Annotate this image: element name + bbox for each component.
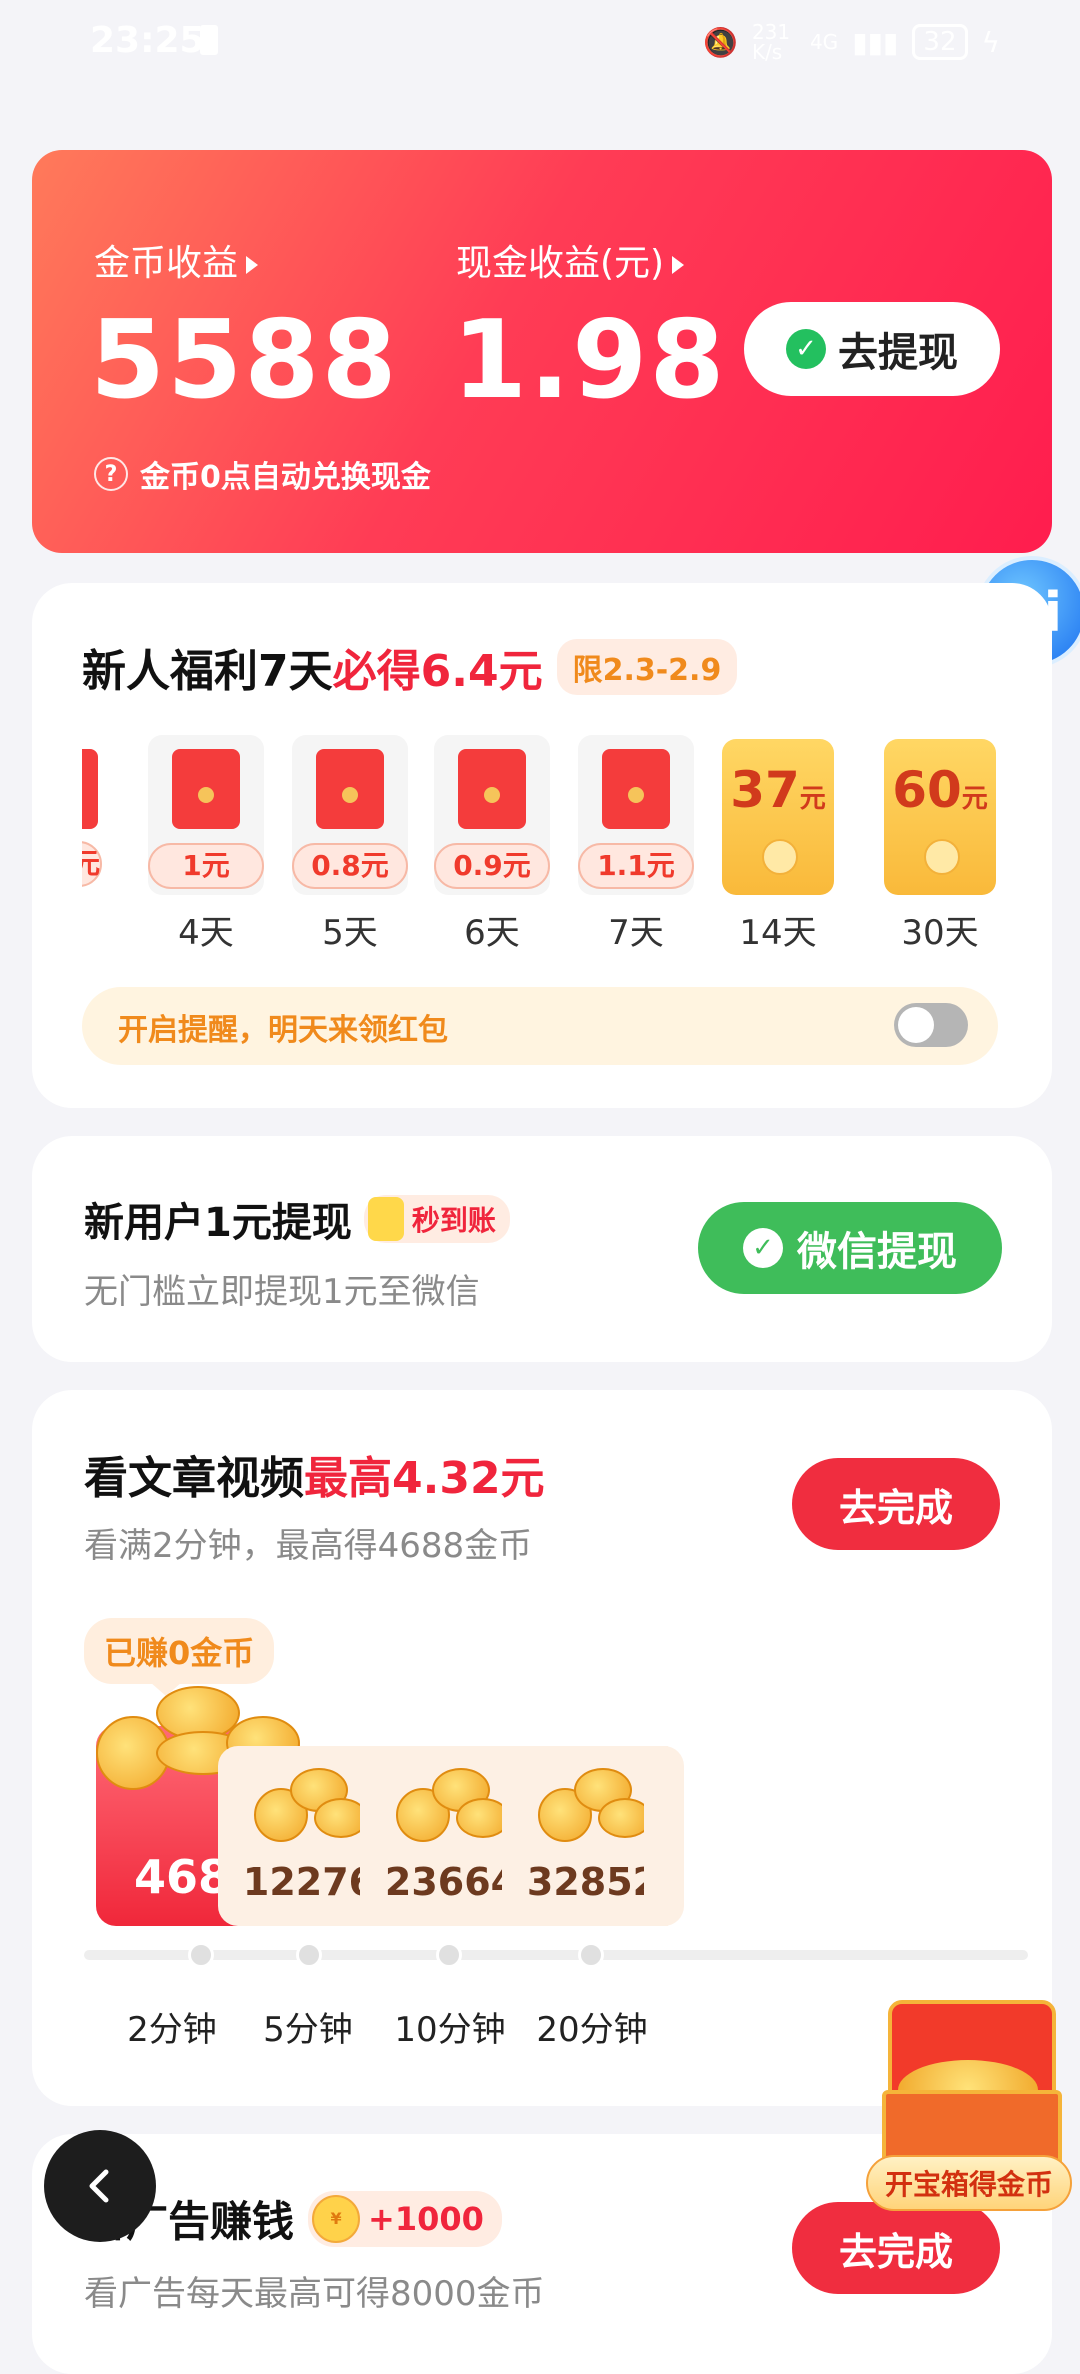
gold-amount: 37 [730,761,800,819]
earnings-card: 金币收益 5588 现金收益(元) 1.98 ✓ 去提现 ? 金币0点自动兑换现… [32,150,1052,553]
cash-value: 1.98 [452,298,727,423]
coin-pile-icon [538,1768,652,1842]
yuan-coin-icon: ¥ [312,2194,361,2243]
coin-pile-icon [254,1768,368,1842]
new-user-title-row: 新用户1元提现 秒到账 [84,1190,510,1248]
progress-dot [578,1942,604,1968]
envelope-amount: 0.9元 [434,843,550,889]
bonus-badge: ¥ +1000 [308,2190,502,2247]
exchange-note: ? 金币0点自动兑换现金 [94,452,431,496]
withdraw-label: 去提现 [838,330,958,376]
yuan-coin-icon [924,839,960,875]
gold-envelope-day-30[interactable]: 60元 [884,739,996,895]
day-label: 5天 [322,913,378,953]
gold-envelope-day-14[interactable]: 37元 [722,739,834,895]
article-title: 看文章视频最高4.32元 [84,1442,545,1506]
article-complete-button[interactable]: 去完成 [792,1458,1000,1550]
earned-coins-tag: 已赚0金币 [84,1618,275,1684]
signal-icon: ▮▮▮ [852,25,899,59]
date-limit-tag: 限2.3-2.9 [556,639,738,695]
status-right: 🔕 231 K/s 4G ▮▮▮ 32 ϟ [703,22,1000,62]
coin-icon [367,1197,404,1241]
cash-earnings-link[interactable]: 现金收益(元) [456,234,685,286]
arrow-right-icon [246,256,259,274]
progress-dot [436,1942,462,1968]
coin-pile-icon [396,1768,510,1842]
ads-complete-button[interactable]: 去完成 [792,2202,1000,2294]
check-icon: ✓ [786,329,826,369]
envelope-partial: 元 [82,735,102,895]
progress-dot [188,1942,214,1968]
status-bar: 23:25 🔕 231 K/s 4G ▮▮▮ 32 ϟ [0,0,1080,90]
article-subtitle: 看满2分钟，最高得4688金币 [84,1526,533,1566]
battery-level: 32 [912,24,968,60]
day-label: 14天 [739,913,817,953]
red-envelope-icon [602,749,670,829]
chevron-left-icon [89,2169,109,2203]
envelope-day-5[interactable]: 0.8元 [292,735,408,895]
new-user-subtitle: 无门槛立即提现1元至微信 [84,1272,480,1312]
red-envelope-icon [172,749,240,829]
day-label: 7天 [608,913,664,953]
envelope-amount: 0.8元 [292,843,408,889]
wechat-icon: ✓ [743,1228,783,1268]
reminder-bar: 开启提醒，明天来领红包 [82,987,998,1065]
coin-earnings-label: 金币收益 [94,243,239,284]
network-type: 4G [809,30,839,54]
red-envelope-icon [316,749,384,829]
arrow-right-icon [672,256,685,274]
treasure-label[interactable]: 开宝箱得金币 [866,2155,1072,2211]
article-title-highlight: 最高4.32元 [304,1453,545,1504]
instant-badge-text: 秒到账 [411,1204,496,1237]
wechat-withdraw-button[interactable]: ✓ 微信提现 [698,1202,1002,1294]
envelope-day-4[interactable]: 1元 [148,735,264,895]
time-label: 20分钟 [536,2010,648,2050]
withdraw-button[interactable]: ✓ 去提现 [744,302,1000,396]
envelope-amount: 1元 [148,843,264,889]
sim-icon [200,25,218,55]
newbie-welfare-card: 新人福利7天必得6.4元 限2.3-2.9 元 1元 4天 0.8元 5天 0.… [32,583,1052,1108]
day-label: 4天 [178,913,234,953]
coin-value: 5588 [90,298,399,423]
envelope-day-6[interactable]: 0.9元 [434,735,550,895]
newbie-title: 新人福利7天 [82,646,333,697]
reward-tile-partial [644,1746,668,1926]
gold-unit: 元 [799,784,826,814]
progress-dot [296,1942,322,1968]
day-label: 6天 [464,913,520,953]
yuan-coin-icon [762,839,798,875]
wechat-withdraw-label: 微信提现 [797,1229,957,1275]
reminder-text: 开启提醒，明天来领红包 [118,1013,448,1048]
envelope-partial-amount: 元 [82,841,102,887]
day-label: 30天 [901,913,979,953]
bonus-text: +1000 [368,2199,484,2238]
new-user-title: 新用户1元提现 [84,1200,352,1246]
coin-earnings-link[interactable]: 金币收益 [94,234,259,286]
newbie-title-highlight: 必得6.4元 [332,646,543,697]
instant-badge: 秒到账 [363,1195,510,1243]
envelope-day-7[interactable]: 1.1元 [578,735,694,895]
reminder-toggle[interactable] [894,1003,968,1047]
ads-subtitle: 看广告每天最高可得8000金币 [84,2274,545,2314]
mute-icon: 🔕 [703,25,738,59]
gold-amount: 60 [892,761,962,819]
progress-track [84,1942,1028,1968]
article-title-prefix: 看文章视频 [84,1453,304,1504]
back-button[interactable] [44,2130,156,2242]
help-icon[interactable]: ? [94,457,128,491]
red-envelope-icon [458,749,526,829]
charging-icon: ϟ [981,25,1000,59]
envelope-amount: 1.1元 [578,843,694,889]
newbie-title-row: 新人福利7天必得6.4元 限2.3-2.9 [82,635,738,699]
cash-earnings-label: 现金收益(元) [456,243,665,284]
status-time: 23:25 [90,20,205,61]
gold-unit: 元 [961,784,988,814]
net-speed: 231 K/s [751,20,791,64]
new-user-card: 新用户1元提现 秒到账 无门槛立即提现1元至微信 ✓ 微信提现 [32,1136,1052,1362]
exchange-note-text: 金币0点自动兑换现金 [140,460,431,495]
